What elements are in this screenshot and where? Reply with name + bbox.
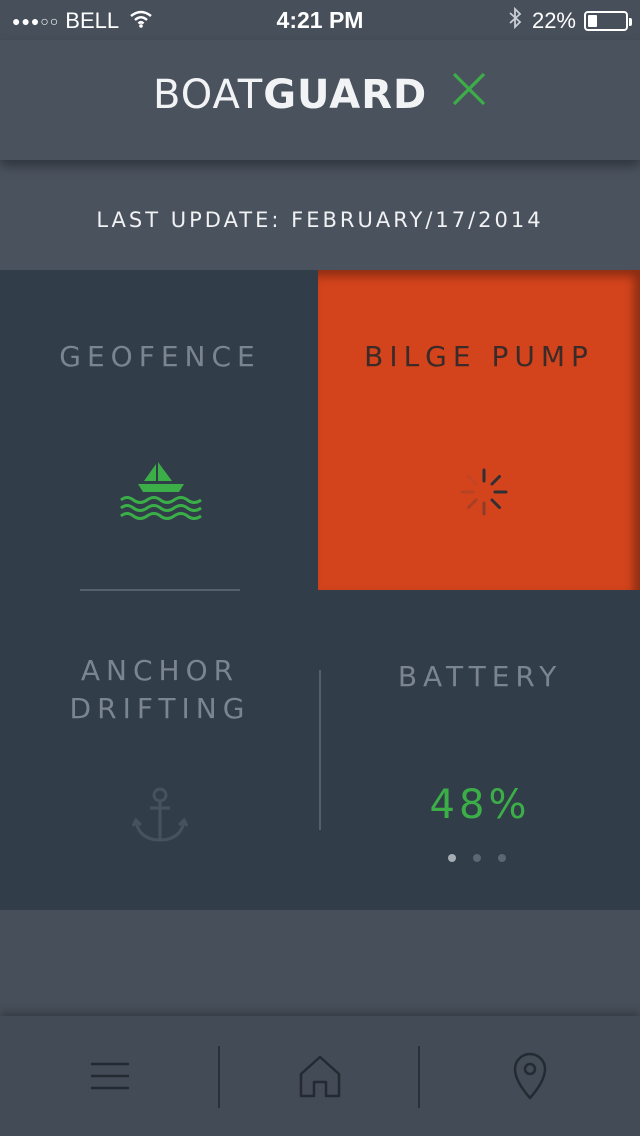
content-spacer — [0, 910, 640, 1016]
logo-text-bold: GUARD — [263, 72, 428, 118]
page-dot[interactable] — [498, 854, 506, 862]
battery-value: 48% — [429, 782, 531, 828]
bilge-pump-tile[interactable]: BILGE PUMP — [318, 270, 640, 590]
tab-home[interactable] — [220, 1016, 420, 1136]
tab-bar — [0, 1016, 640, 1136]
anchor-drifting-tile[interactable]: ANCHOR DRIFTING — [0, 590, 320, 910]
status-bar: ●●●○○ BELL 4:21 PM 22% — [0, 0, 640, 40]
anchor-title-line2: DRIFTING — [69, 692, 251, 725]
last-update-text: LAST UPDATE: FEBRUARY/17/2014 — [96, 208, 544, 232]
page-indicator[interactable] — [448, 854, 506, 862]
battery-title: BATTERY — [397, 660, 563, 693]
battery-tile[interactable]: BATTERY — [320, 590, 640, 910]
anchor-title-line1: ANCHOR — [80, 654, 240, 687]
x-mark-icon — [451, 71, 487, 117]
boat-icon — [120, 462, 202, 520]
bilge-pump-title: BILGE PUMP — [364, 340, 594, 373]
battery-percent: 22% — [531, 8, 576, 33]
tile-divider-horizontal — [80, 589, 240, 591]
hamburger-menu-icon[interactable] — [91, 1061, 129, 1091]
page-dot[interactable] — [473, 854, 481, 862]
map-pin-icon[interactable] — [512, 1051, 548, 1101]
tab-location[interactable] — [430, 1016, 630, 1136]
bluetooth-icon — [508, 6, 522, 35]
anchor-drifting-title: ANCHOR DRIFTING — [0, 652, 320, 728]
anchor-icon — [132, 787, 188, 842]
status-tiles-grid: GEOFENCE BILGE PUMP ANCHOR DRIFTING BATT… — [0, 270, 640, 910]
page-dot-active[interactable] — [448, 854, 456, 862]
last-update-bar: LAST UPDATE: FEBRUARY/17/2014 — [0, 160, 640, 270]
battery-icon — [584, 11, 632, 31]
tile-divider-vertical — [319, 670, 321, 830]
geofence-tile[interactable]: GEOFENCE — [0, 270, 320, 590]
geofence-title: GEOFENCE — [59, 340, 261, 373]
home-icon[interactable] — [298, 1054, 342, 1098]
app-logo: BOATGUARD — [0, 72, 640, 118]
loading-spinner-icon — [460, 468, 508, 516]
tab-menu[interactable] — [10, 1016, 210, 1136]
tab-separator — [418, 1046, 420, 1108]
app-header: BOATGUARD — [0, 40, 640, 160]
logo-text-light: BOAT — [153, 72, 264, 118]
